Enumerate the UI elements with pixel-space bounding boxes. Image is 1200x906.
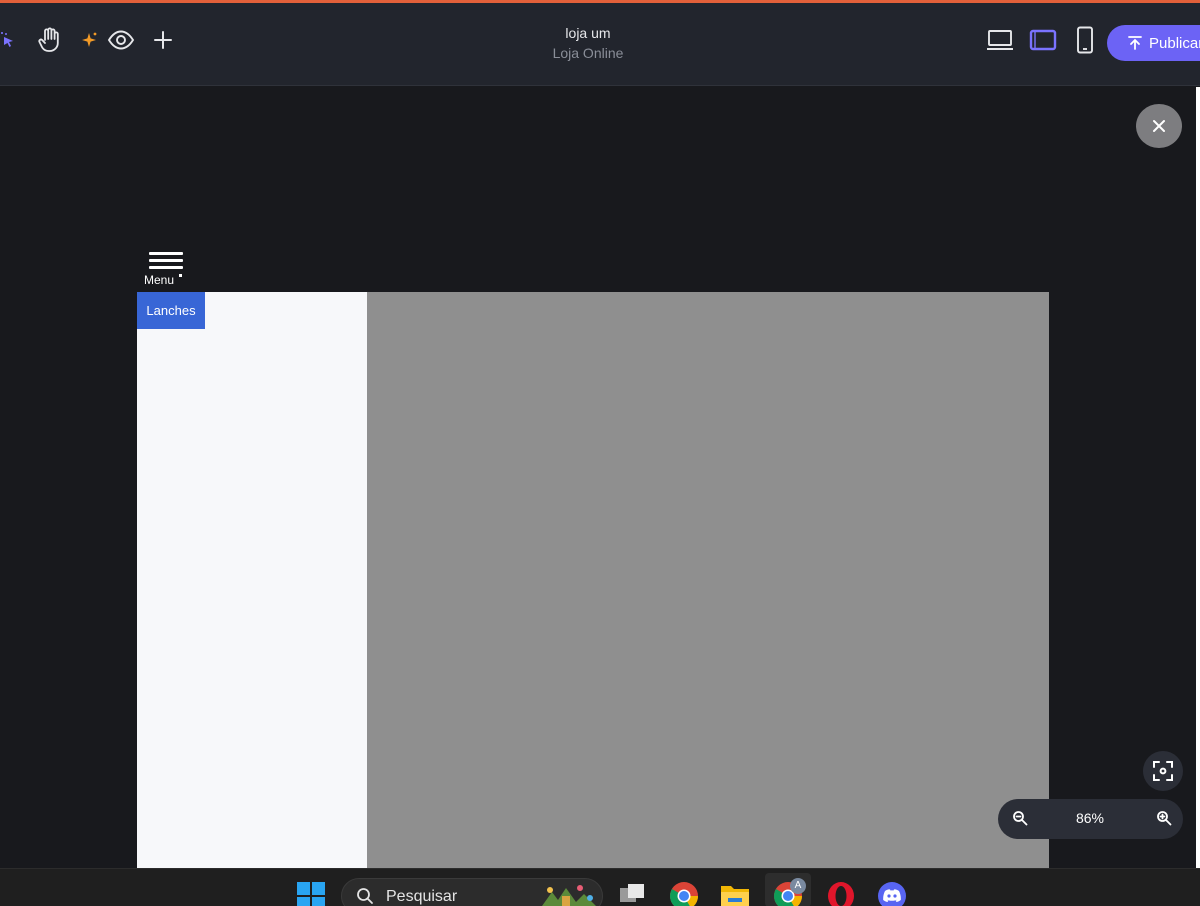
eye-icon[interactable] bbox=[107, 25, 135, 55]
zoom-in-icon bbox=[1157, 811, 1172, 826]
phone-icon[interactable] bbox=[1075, 25, 1095, 55]
project-subtitle: Loja Online bbox=[552, 45, 624, 61]
fit-to-screen-button[interactable] bbox=[1143, 751, 1183, 791]
sparkle-icon[interactable] bbox=[79, 25, 99, 55]
close-icon bbox=[1153, 120, 1165, 132]
upload-icon bbox=[1128, 36, 1142, 50]
search-icon bbox=[356, 887, 374, 906]
close-preview-button[interactable] bbox=[1136, 104, 1182, 148]
taskbar-search[interactable]: Pesquisar bbox=[341, 878, 603, 906]
publish-button-label: Publicar bbox=[1149, 34, 1200, 52]
search-highlight-art-icon bbox=[542, 885, 596, 906]
search-placeholder: Pesquisar bbox=[386, 888, 458, 905]
hamburger-icon bbox=[149, 252, 183, 255]
tablet-icon[interactable] bbox=[1029, 25, 1057, 55]
editor-toolbar: loja um Loja Online Publicar bbox=[0, 3, 1200, 86]
plus-icon[interactable] bbox=[152, 25, 174, 55]
hand-icon[interactable] bbox=[36, 25, 64, 55]
zoom-level: 86% bbox=[1075, 810, 1105, 826]
menu-label: Menu bbox=[144, 273, 175, 287]
focus-frame-icon bbox=[1153, 761, 1173, 781]
zoom-control: 86% bbox=[998, 799, 1183, 839]
zoom-out-icon bbox=[1013, 811, 1028, 826]
select-icon[interactable] bbox=[0, 25, 16, 55]
project-title: loja um bbox=[565, 25, 611, 41]
task-view-icon[interactable] bbox=[618, 882, 646, 906]
store-content-area bbox=[367, 292, 1049, 868]
profile-badge: A bbox=[790, 878, 806, 894]
menu-indicator-dot bbox=[179, 274, 182, 277]
project-title-block: loja um Loja Online bbox=[488, 23, 688, 63]
windows-taskbar: Pesquisar A bbox=[0, 868, 1200, 906]
zoom-out-button[interactable] bbox=[1012, 810, 1028, 830]
canvas-scrollbar[interactable] bbox=[1196, 87, 1200, 868]
publish-button[interactable]: Publicar bbox=[1107, 25, 1200, 61]
chrome-icon[interactable] bbox=[669, 881, 699, 906]
opera-icon[interactable] bbox=[827, 881, 855, 906]
menu-toggle-button[interactable]: Menu bbox=[140, 250, 188, 290]
store-sidebar bbox=[137, 292, 367, 868]
category-button-lanches[interactable]: Lanches bbox=[137, 292, 205, 329]
file-explorer-icon[interactable] bbox=[720, 882, 750, 906]
editor-window: loja um Loja Online Publicar Menu Lanche… bbox=[0, 0, 1200, 906]
windows-start-icon[interactable] bbox=[297, 882, 325, 906]
desktop-icon[interactable] bbox=[986, 25, 1014, 55]
discord-icon[interactable] bbox=[877, 882, 907, 906]
zoom-in-button[interactable] bbox=[1156, 810, 1172, 830]
